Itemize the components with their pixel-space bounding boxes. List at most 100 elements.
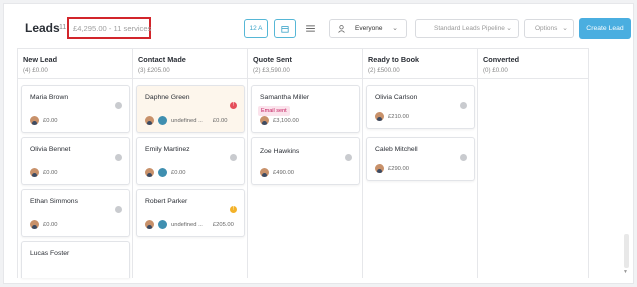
status-dot: !	[230, 206, 237, 213]
avatar	[260, 168, 269, 177]
card-footer: £0.00	[30, 116, 58, 125]
chevron-down-icon: ⌄	[392, 25, 398, 32]
list-view-button[interactable]	[302, 19, 318, 38]
lead-card[interactable]: Olivia Bennet £0.00	[21, 137, 130, 185]
column-title: Quote Sent	[253, 55, 292, 64]
sort-label: 12 A	[249, 25, 263, 32]
card-footer: £490.00	[260, 168, 294, 177]
column-header: New Lead (4) £0.00	[18, 48, 132, 79]
list-icon	[305, 25, 315, 32]
calendar-icon	[281, 25, 289, 33]
assignee-name: undefined ...	[171, 117, 203, 124]
lead-amount: £0.00	[212, 117, 228, 124]
lead-amount: £205.00	[212, 221, 234, 228]
avatar	[30, 116, 39, 125]
lead-name: Olivia Carlson	[375, 94, 418, 101]
lead-amount: £0.00	[43, 169, 58, 176]
column-title: Converted	[483, 55, 520, 64]
scroll-down-arrow-icon[interactable]: ▼	[623, 269, 628, 275]
column-total: (2) £500.00	[368, 67, 400, 74]
lead-name: Samantha Miller	[260, 94, 310, 101]
lead-card[interactable]: Samantha Miller Email sent £3,100.00	[251, 85, 360, 133]
calendar-view-button[interactable]	[274, 19, 296, 38]
pipeline-label: Standard Leads Pipeline	[434, 25, 505, 32]
lead-card[interactable]: Robert Parker ! undefined ... £205.00	[136, 189, 245, 237]
owner-filter-dropdown[interactable]: Everyone ⌄	[329, 19, 407, 38]
lead-name: Ethan Simmons	[30, 198, 78, 205]
column-title: Contact Made	[138, 55, 186, 64]
pipeline-summary-text: £4,295.00 - 11 services	[73, 24, 152, 33]
lead-name: Zoe Hawkins	[260, 148, 300, 155]
person-icon	[338, 24, 345, 33]
lead-name: Daphne Green	[145, 94, 190, 101]
avatar	[145, 168, 154, 177]
email-sent-badge: Email sent	[258, 106, 290, 116]
lead-name: Emily Martinez	[145, 146, 190, 153]
create-lead-button[interactable]: Create Lead	[579, 18, 631, 39]
card-footer: undefined ... £0.00	[145, 116, 227, 125]
avatar	[375, 112, 384, 121]
card-footer: £0.00	[30, 220, 58, 229]
sort-button[interactable]: 12 A	[244, 19, 268, 38]
status-dot	[115, 102, 122, 109]
card-footer: undefined ... £205.00	[145, 220, 234, 229]
pipeline-summary: £4,295.00 - 11 services	[67, 17, 151, 39]
column-quote-sent: Quote Sent (2) £3,590.00 Samantha Miller…	[247, 48, 362, 278]
options-dropdown[interactable]: Options ⌄	[524, 19, 574, 38]
board-header: Leads 11 £4,295.00 - 11 services 12 A Ev…	[4, 4, 635, 48]
lead-amount: £210.00	[388, 113, 409, 120]
column-total: (2) £3,590.00	[253, 67, 290, 74]
status-dot	[230, 154, 237, 161]
status-dot	[460, 154, 467, 161]
column-header: Quote Sent (2) £3,590.00	[248, 48, 362, 79]
column-header: Contact Made (3) £205.00	[133, 48, 247, 79]
column-ready-to-book: Ready to Book (2) £500.00 Olivia Carlson…	[362, 48, 477, 278]
column-total: (3) £205.00	[138, 67, 170, 74]
vertical-scrollbar[interactable]	[624, 234, 629, 268]
lead-card[interactable]: Caleb Mitchell £290.00	[366, 137, 475, 181]
column-contact-made: Contact Made (3) £205.00 Daphne Green ! …	[132, 48, 247, 278]
column-title: Ready to Book	[368, 55, 420, 64]
column-total: (4) £0.00	[23, 67, 48, 74]
status-dot	[345, 154, 352, 161]
avatar	[145, 116, 154, 125]
status-dot	[115, 206, 122, 213]
lead-name: Olivia Bennet	[30, 146, 71, 153]
lead-amount: £0.00	[43, 117, 58, 124]
chevron-down-icon: ⌄	[506, 25, 512, 32]
status-dot	[460, 102, 467, 109]
lead-name: Lucas Foster	[30, 250, 70, 257]
status-dot: !	[230, 102, 237, 109]
avatar	[260, 116, 269, 125]
status-dot	[115, 154, 122, 161]
lead-card[interactable]: Emily Martinez £0.00	[136, 137, 245, 185]
options-label: Options	[535, 25, 558, 32]
lead-card[interactable]: Ethan Simmons £0.00	[21, 189, 130, 237]
chevron-down-icon: ⌄	[562, 25, 568, 32]
card-footer: £0.00	[145, 168, 186, 177]
column-title: New Lead	[23, 55, 58, 64]
pipeline-dropdown[interactable]: Standard Leads Pipeline ⌄	[415, 19, 519, 38]
leads-board: Leads 11 £4,295.00 - 11 services 12 A Ev…	[3, 3, 634, 284]
lead-card[interactable]: Olivia Carlson £210.00	[366, 85, 475, 129]
column-header: Converted (0) £0.00	[478, 48, 588, 79]
card-footer: £290.00	[375, 164, 409, 173]
lead-card[interactable]: Maria Brown £0.00	[21, 85, 130, 133]
column-total: (0) £0.00	[483, 67, 508, 74]
assignee-avatar	[158, 220, 167, 229]
lead-name: Robert Parker	[145, 198, 188, 205]
column-converted: Converted (0) £0.00	[477, 48, 589, 278]
lead-card[interactable]: Zoe Hawkins £490.00	[251, 137, 360, 185]
lead-name: Caleb Mitchell	[375, 146, 418, 153]
avatar	[30, 168, 39, 177]
assignee-avatar	[158, 116, 167, 125]
lead-amount: £3,100.00	[273, 117, 299, 124]
card-footer: £210.00	[375, 112, 409, 121]
column-header: Ready to Book (2) £500.00	[363, 48, 477, 79]
page-title: Leads	[25, 21, 60, 35]
lead-card[interactable]: Daphne Green ! undefined ... £0.00	[136, 85, 245, 133]
lead-amount: £290.00	[388, 165, 409, 172]
lead-amount: £0.00	[171, 169, 186, 176]
lead-card[interactable]: Lucas Foster	[21, 241, 130, 278]
assignee-name: undefined ...	[171, 221, 203, 228]
